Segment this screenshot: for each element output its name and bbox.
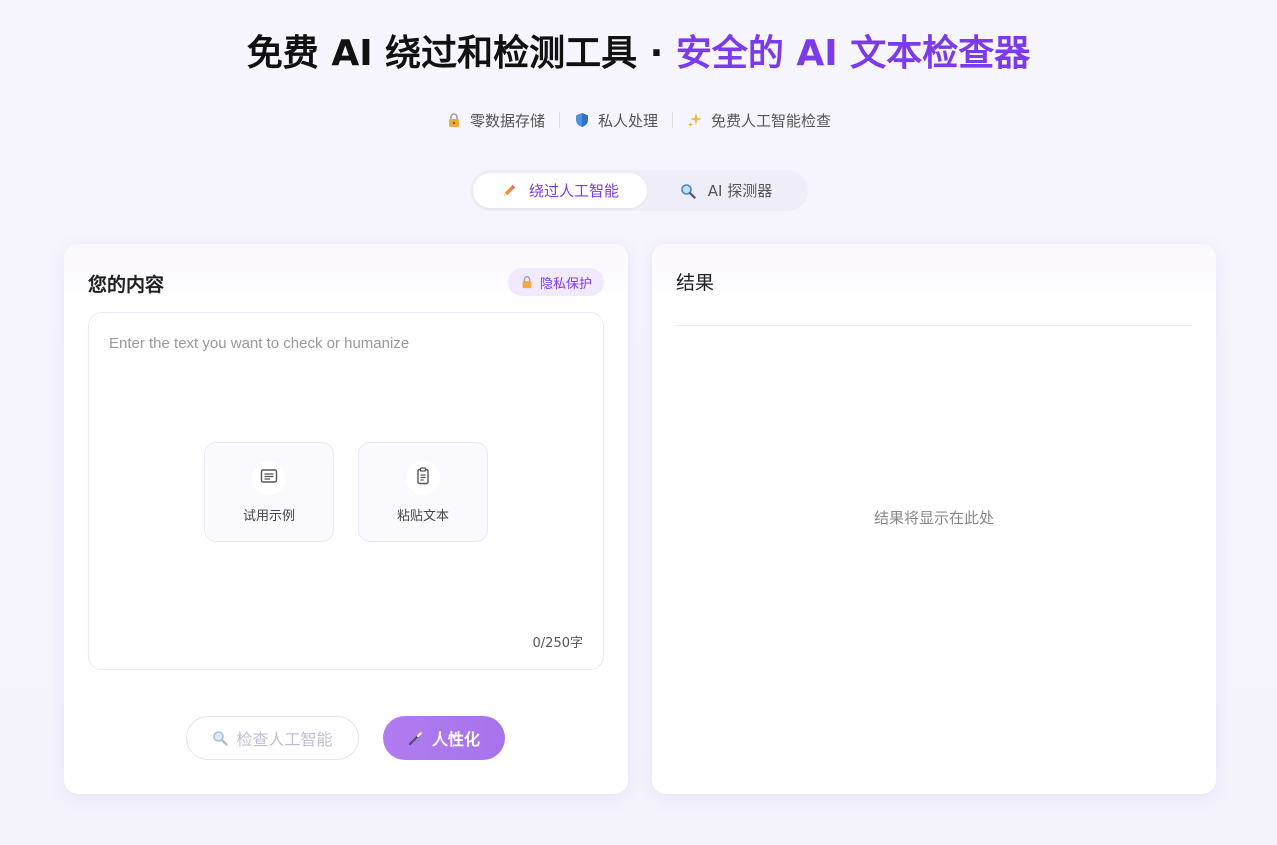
tab-label: 绕过人工智能: [528, 182, 619, 200]
page-title-accent: 安全的 AI 文本检查器: [675, 33, 1031, 74]
shield-icon: [574, 112, 590, 128]
feature-label: 免费人工智能检查: [711, 111, 832, 130]
result-divider: [676, 325, 1192, 326]
check-ai-button[interactable]: 检查人工智能: [186, 716, 359, 760]
sparkles-icon: [687, 112, 703, 128]
quick-action-label: 试用示例: [242, 509, 295, 524]
tab-label: AI 探测器: [707, 182, 773, 200]
page-title: 免费 AI 绕过和检测工具 · 安全的 AI 文本检查器: [0, 30, 1277, 78]
pencil-icon: [501, 183, 517, 199]
quick-action-icon-wrap: [406, 461, 440, 495]
result-empty-text: 结果将显示在此处: [873, 509, 994, 527]
feature-private-processing: 私人处理: [560, 110, 672, 131]
input-panel-header: 您的内容 隐私保护: [64, 244, 628, 316]
magic-wand-icon: [408, 730, 424, 746]
feature-free-check: 免费人工智能检查: [673, 110, 845, 131]
try-example-button[interactable]: 试用示例: [204, 442, 334, 542]
feature-label: 私人处理: [597, 111, 658, 130]
text-editor: 试用示例 粘贴文本 0/250字: [88, 312, 604, 670]
clipboard-icon: [413, 466, 433, 490]
humanize-label: 人性化: [431, 730, 480, 749]
result-panel: 结果 结果将显示在此处: [652, 244, 1216, 794]
feature-zero-storage: 零数据存储: [432, 110, 559, 131]
input-panel: 您的内容 隐私保护 试用示例: [64, 244, 628, 794]
tab-bypass-ai[interactable]: 绕过人工智能: [473, 173, 647, 208]
mode-tabs: 绕过人工智能 AI 探测器: [470, 170, 808, 211]
magnifier-icon: [212, 730, 229, 746]
feature-label: 零数据存储: [469, 111, 545, 130]
quick-action-icon-wrap: [252, 461, 286, 495]
paste-text-button[interactable]: 粘贴文本: [358, 442, 488, 542]
magnifier-icon: [680, 183, 696, 199]
privacy-badge: 隐私保护: [507, 268, 604, 296]
privacy-badge-label: 隐私保护: [539, 276, 592, 292]
character-counter: 0/250字: [532, 636, 583, 651]
humanize-button[interactable]: 人性化: [383, 716, 505, 760]
document-icon: [259, 466, 279, 490]
content-textarea[interactable]: [89, 313, 603, 669]
lock-icon: [520, 275, 534, 289]
lock-icon: [446, 112, 462, 128]
result-panel-title: 结果: [676, 272, 715, 294]
action-bar: 检查人工智能 人性化: [64, 716, 628, 760]
input-panel-title: 您的内容: [88, 274, 165, 296]
page-title-main: 免费 AI 绕过和检测工具: [246, 33, 638, 74]
page-title-separator: ·: [637, 33, 676, 74]
feature-list: 零数据存储 私人处理 免费人工智能检查: [0, 108, 1277, 132]
page: 免费 AI 绕过和检测工具 · 安全的 AI 文本检查器 零数据存储 私人处理 …: [0, 0, 1277, 845]
tab-ai-detector[interactable]: AI 探测器: [647, 173, 805, 208]
check-ai-label: 检查人工智能: [236, 730, 333, 749]
quick-action-label: 粘贴文本: [396, 509, 449, 524]
result-panel-header: 结果: [652, 244, 1216, 316]
